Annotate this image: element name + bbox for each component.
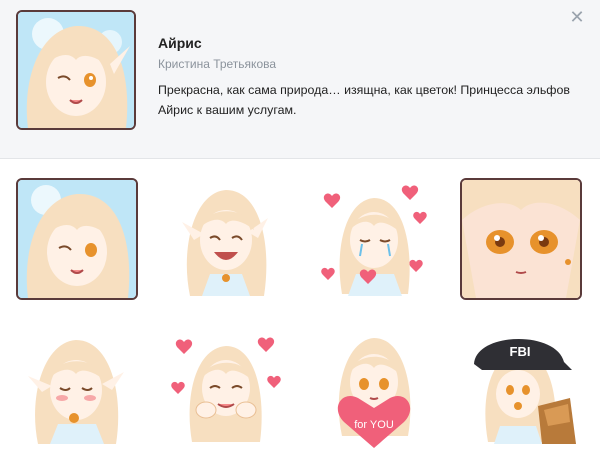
sticker-wink[interactable] [16, 178, 138, 300]
pack-author[interactable]: Кристина Третьякова [158, 57, 276, 71]
fbi-cap-text: FBI [510, 344, 531, 359]
sticker-fbi[interactable]: FBI [460, 326, 582, 448]
pack-description: Прекрасна, как сама природа… изящна, как… [158, 83, 570, 117]
sticker-grid: for YOU FBI [16, 176, 584, 457]
sticker-crying-hearts[interactable] [312, 178, 434, 300]
pack-cover-art [18, 12, 134, 128]
sticker-blush[interactable] [16, 326, 138, 448]
pack-title: Айрис [158, 35, 202, 51]
sticker-closeup[interactable] [460, 178, 582, 300]
sticker-laugh[interactable] [164, 178, 286, 300]
for-you-text: for YOU [354, 419, 394, 431]
sticker-pack-header: Айрис Кристина Третьякова Прекрасна, как… [0, 0, 600, 159]
close-icon[interactable]: ✕ [568, 8, 586, 26]
sticker-for-you[interactable]: for YOU [312, 326, 434, 448]
sticker-hearts-cheeks[interactable] [164, 326, 286, 448]
pack-cover-image [16, 10, 136, 130]
